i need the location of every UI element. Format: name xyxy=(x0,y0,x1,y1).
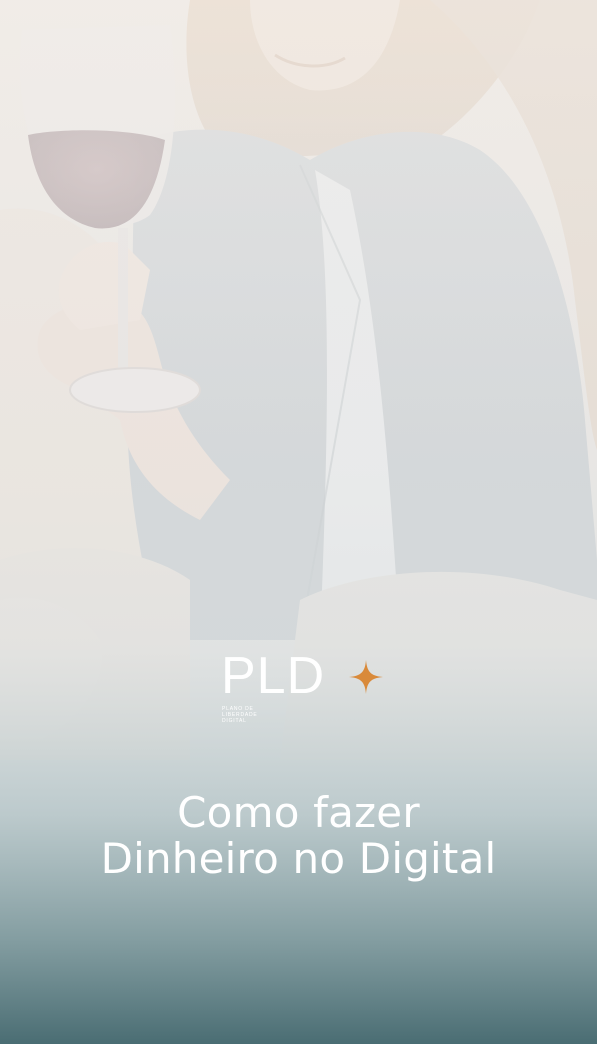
headline-line-1: Como fazer xyxy=(177,788,420,837)
story-slide: PLD PLANO DE LIBERDADE DIGITAL Como faze… xyxy=(0,0,597,1044)
background-photo xyxy=(0,0,597,1044)
sparkle-icon xyxy=(349,660,383,694)
logo-wordmark: PLD xyxy=(221,647,326,705)
headline: Como fazer Dinheiro no Digital xyxy=(0,790,597,882)
tagline-line-3: DIGITAL xyxy=(222,718,247,724)
pld-logo: PLD PLANO DE LIBERDADE DIGITAL xyxy=(221,650,391,730)
logo-tagline: PLANO DE LIBERDADE DIGITAL xyxy=(222,706,282,724)
headline-line-2: Dinheiro no Digital xyxy=(100,834,497,883)
